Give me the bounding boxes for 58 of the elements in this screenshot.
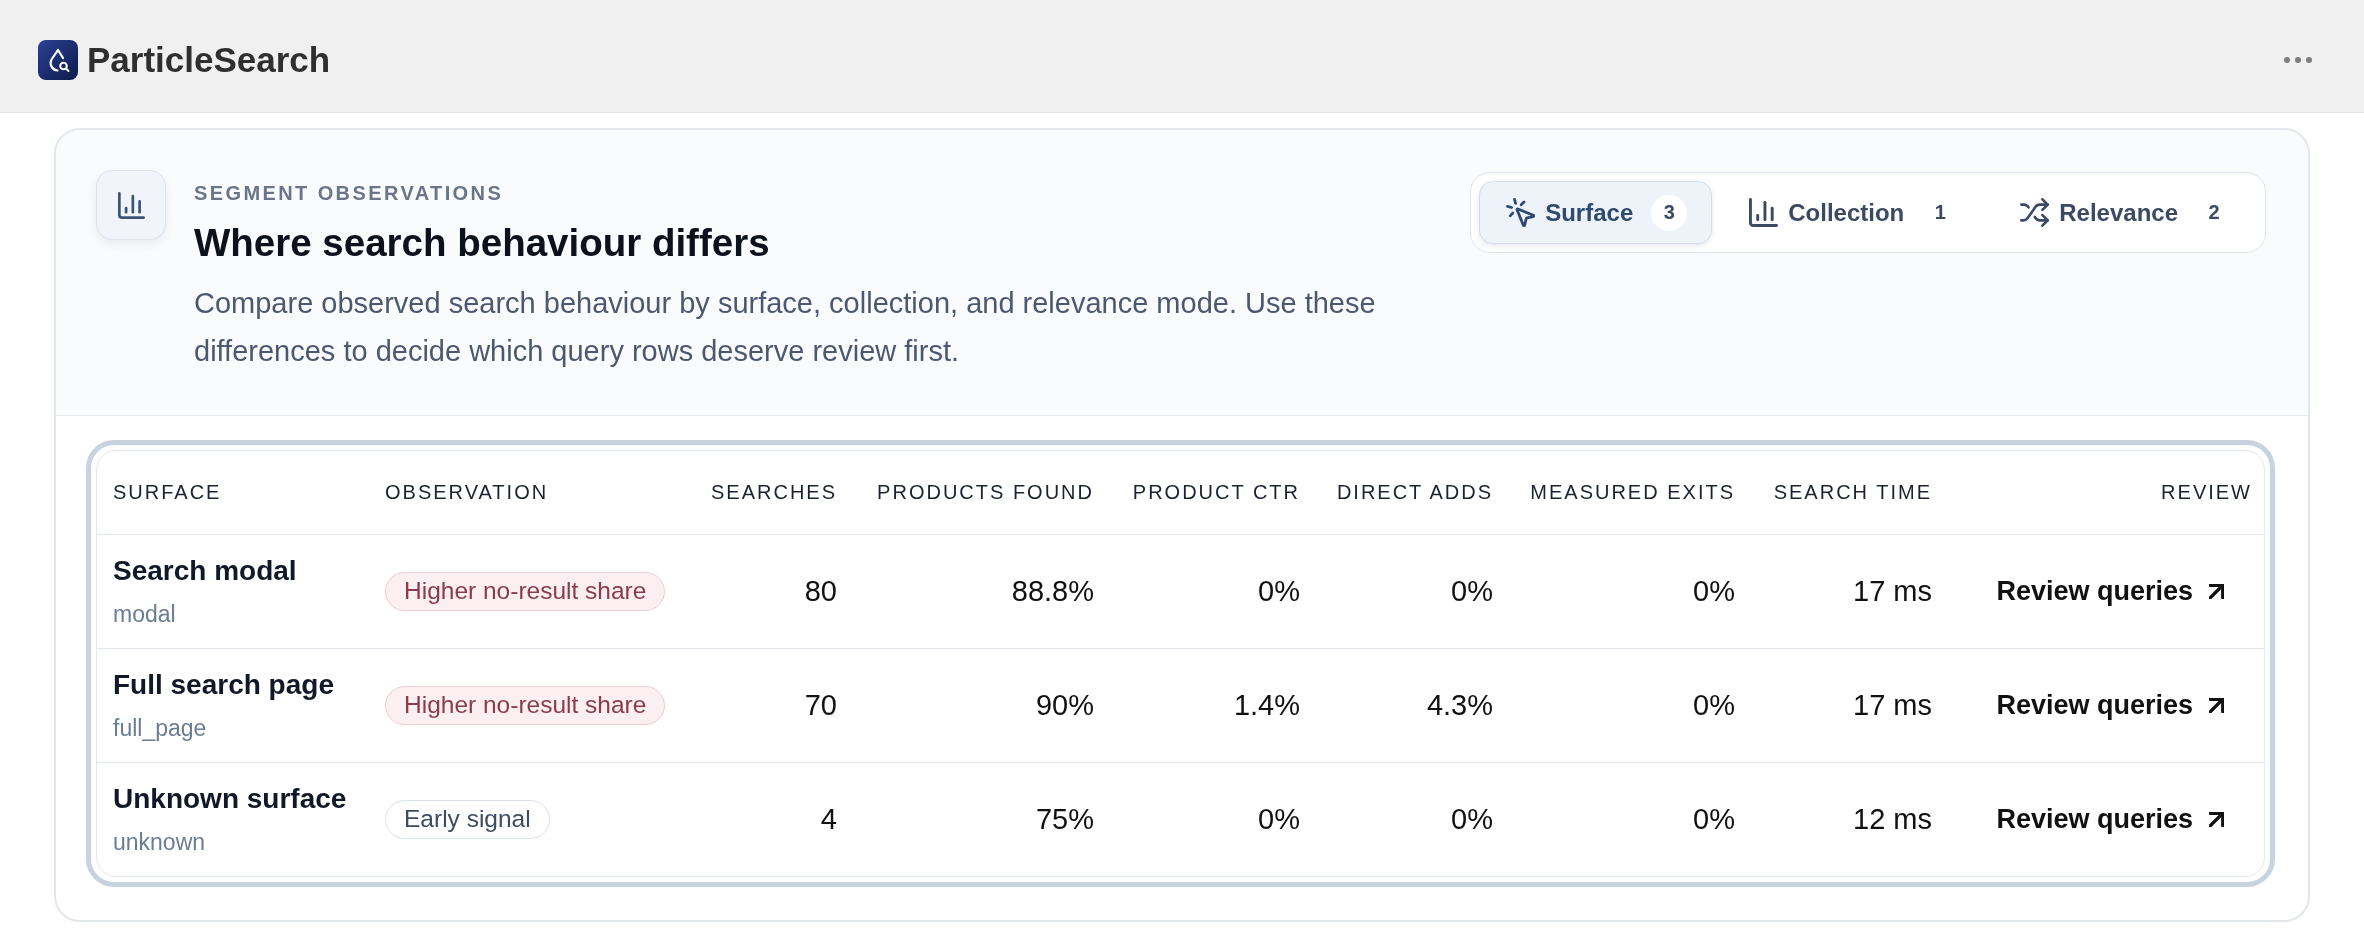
table-cell: 80 (694, 534, 853, 649)
review-link[interactable]: Review queries (1996, 576, 2224, 607)
column-header: PRODUCTS FOUND (853, 451, 1110, 535)
arrow-up-right-icon (2209, 698, 2224, 713)
review-link[interactable]: Review queries (1996, 804, 2224, 835)
column-header: OBSERVATION (369, 451, 694, 535)
table-cell: 1.4% (1110, 648, 1316, 763)
tab-count: 1 (1933, 200, 1947, 225)
more-icon[interactable] (2284, 57, 2312, 63)
observation-badge: Higher no-result share (385, 572, 666, 611)
table-cell: 0% (1110, 534, 1316, 649)
section-eyebrow: SEGMENT OBSERVATIONS (194, 181, 504, 206)
table-cell: 17 ms (1751, 534, 1948, 649)
table-cell: 17 ms (1751, 648, 1948, 763)
review-link[interactable]: Review queries (1996, 690, 2224, 721)
column-header: SURFACE (97, 451, 369, 535)
table-cell: 4 (694, 762, 853, 876)
observation-badge: Higher no-result share (385, 686, 666, 725)
table-cell: 12 ms (1751, 762, 1948, 876)
table-cell: 0% (1316, 534, 1509, 649)
table-cell: 0% (1509, 762, 1751, 876)
table-cell: 90% (853, 648, 1110, 763)
panel-description: Compare observed search behaviour by surface, collection, and relevance mode. Use these differences to decide which query rows deserve review first. (194, 286, 1377, 369)
surface-name: Full search page (113, 667, 334, 702)
table-cell: 0% (1316, 762, 1509, 876)
surface-key: modal (113, 597, 176, 630)
tab[interactable]: Collection 1 (1722, 181, 1984, 244)
table-cell: 0% (1509, 648, 1751, 763)
column-header: DIRECT ADDS (1316, 451, 1509, 535)
table-cell: 75% (853, 762, 1110, 876)
table-cell: 0% (1110, 762, 1316, 876)
surface-name: Unknown surface (113, 781, 347, 816)
shuffle-icon (2020, 198, 2050, 227)
bar-chart-icon (96, 170, 166, 240)
panel-title: Where search behaviour differs (194, 220, 770, 266)
bar-chart-icon (1749, 198, 1779, 227)
arrow-up-right-icon (2209, 584, 2224, 599)
column-header: SEARCHES (694, 451, 853, 535)
surface-name: Search modal (113, 553, 297, 588)
column-header: PRODUCT CTR (1110, 451, 1316, 535)
column-header: MEASURED EXITS (1509, 451, 1751, 535)
tab-count: 3 (1651, 194, 1688, 231)
column-header: REVIEW (1948, 451, 2264, 535)
surface-key: unknown (113, 825, 206, 858)
table-cell: 70 (694, 648, 853, 763)
table-cell: 88.8% (853, 534, 1110, 649)
tab-count: 2 (2207, 200, 2221, 225)
surface-key: full_page (113, 711, 207, 744)
logo-icon (38, 40, 78, 80)
cursor-click-icon (1506, 198, 1536, 227)
table-cell: 4.3% (1316, 648, 1509, 763)
table-cell: 0% (1509, 534, 1751, 649)
arrow-up-right-icon (2209, 812, 2224, 827)
column-header: SEARCH TIME (1751, 451, 1948, 535)
tab[interactable]: Surface 3 (1479, 181, 1713, 244)
app-title: ParticleSearch (87, 40, 331, 80)
observation-badge: Early signal (385, 800, 550, 839)
tab[interactable]: Relevance 2 (1993, 181, 2257, 244)
